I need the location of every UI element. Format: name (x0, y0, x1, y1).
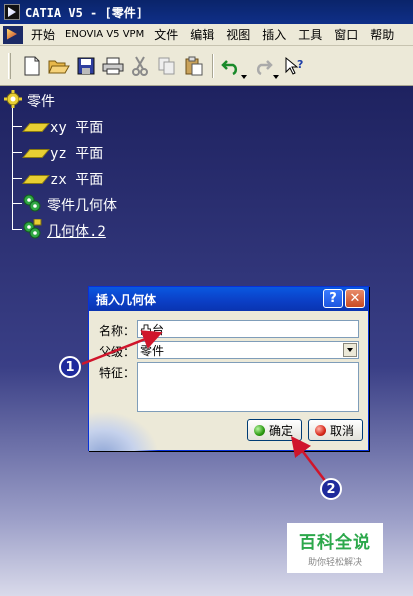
svg-text:?: ? (297, 58, 303, 71)
standard-toolbar: ? (0, 46, 413, 86)
tree-connector (12, 152, 22, 153)
print-icon[interactable] (100, 53, 126, 79)
menu-help[interactable]: 帮助 (364, 26, 400, 43)
cancel-button[interactable]: 取消 (308, 419, 363, 441)
name-input[interactable] (137, 320, 359, 338)
start-menu-icon[interactable] (3, 25, 23, 44)
tree-item-zx-plane[interactable]: zx 平面 (26, 169, 103, 189)
window-title: CATIA V5 - [零件] (25, 5, 143, 20)
tree-item-label: xy 平面 (50, 120, 104, 136)
cancel-dot-icon (315, 424, 326, 436)
parent-label: 父级： (99, 345, 136, 359)
tree-item-xy-plane[interactable]: xy 平面 (26, 117, 103, 137)
catia-logo-icon (4, 4, 20, 20)
tree-connector (12, 126, 22, 127)
menu-start[interactable]: 开始 (25, 26, 61, 43)
toolbar-grip[interactable] (8, 52, 11, 79)
part-gear-icon (4, 90, 22, 112)
callout-2: 2 (320, 478, 342, 500)
plane-icon (26, 148, 44, 158)
redo-dropdown-arrow[interactable] (273, 75, 279, 79)
tree-item-label: 几何体.2 (47, 224, 106, 240)
whats-this-icon[interactable]: ? (282, 53, 308, 79)
tree-connector (12, 203, 22, 204)
close-button[interactable]: ✕ (345, 289, 365, 308)
dialog-body: 名称： 父级： 零件 特征： 确定 取消 (89, 311, 368, 451)
chevron-down-icon[interactable] (343, 343, 357, 357)
feature-label: 特征： (99, 366, 136, 380)
watermark-title: 百科全说 (299, 533, 371, 553)
menu-bar: 开始 ENOVIA V5 VPM 文件 编辑 视图 插入 工具 窗口 帮助 (0, 24, 413, 46)
undo-dropdown-arrow[interactable] (241, 75, 247, 79)
ok-dot-icon (254, 424, 265, 436)
menu-file[interactable]: 文件 (148, 26, 184, 43)
dialog-title: 插入几何体 (96, 292, 157, 307)
tree-root-label: 零件 (27, 94, 55, 110)
plane-icon (26, 122, 44, 132)
dialog-title-bar[interactable]: 插入几何体 ? ✕ (89, 287, 368, 311)
tree-item-part-body[interactable]: 零件几何体 (22, 193, 117, 217)
watermark-subtitle: 助你轻松解决 (307, 558, 362, 568)
body-gear-icon (22, 218, 42, 243)
cancel-button-label: 取消 (330, 423, 355, 438)
copy-icon[interactable] (154, 53, 180, 79)
watermark: 百科全说 助你轻松解决 (287, 523, 383, 573)
parent-select[interactable]: 零件 (137, 341, 359, 359)
menu-tools[interactable]: 工具 (292, 26, 328, 43)
parent-select-value: 零件 (140, 343, 165, 358)
ok-button[interactable]: 确定 (247, 419, 302, 441)
new-icon[interactable] (19, 53, 45, 79)
open-icon[interactable] (46, 53, 72, 79)
tree-item-new-body[interactable]: 几何体.2 (22, 218, 106, 243)
tree-item-label: yz 平面 (50, 146, 104, 162)
dialog-caption-buttons: ? ✕ (321, 289, 365, 308)
feature-list[interactable] (137, 362, 359, 412)
specification-tree: 零件 xy 平面 yz 平面 zx 平面 零件几何体 几何体.2 (0, 86, 413, 246)
paste-icon[interactable] (181, 53, 207, 79)
dialog-decoration (89, 411, 159, 451)
body-gear-icon (22, 193, 42, 217)
insert-body-dialog: 插入几何体 ? ✕ 名称： 父级： 零件 特征： 确定 取消 (88, 286, 369, 451)
save-icon[interactable] (73, 53, 99, 79)
menu-edit[interactable]: 编辑 (184, 26, 220, 43)
tree-connector (12, 229, 22, 230)
tree-connector (12, 178, 22, 179)
name-label: 名称： (99, 324, 136, 338)
tree-item-label: zx 平面 (50, 172, 104, 188)
menu-insert[interactable]: 插入 (256, 26, 292, 43)
cut-icon[interactable] (127, 53, 153, 79)
ok-button-label: 确定 (269, 423, 294, 438)
tree-item-label: 零件几何体 (47, 198, 117, 214)
help-button[interactable]: ? (323, 289, 343, 308)
toolbar-separator (212, 53, 214, 78)
menu-window[interactable]: 窗口 (328, 26, 364, 43)
menu-enovia[interactable]: ENOVIA V5 VPM (61, 29, 148, 40)
tree-root[interactable]: 零件 (4, 90, 55, 112)
menu-view[interactable]: 视图 (220, 26, 256, 43)
tree-item-yz-plane[interactable]: yz 平面 (26, 143, 103, 163)
title-bar: CATIA V5 - [零件] (0, 0, 413, 24)
plane-icon (26, 174, 44, 184)
callout-1: 1 (59, 356, 81, 378)
